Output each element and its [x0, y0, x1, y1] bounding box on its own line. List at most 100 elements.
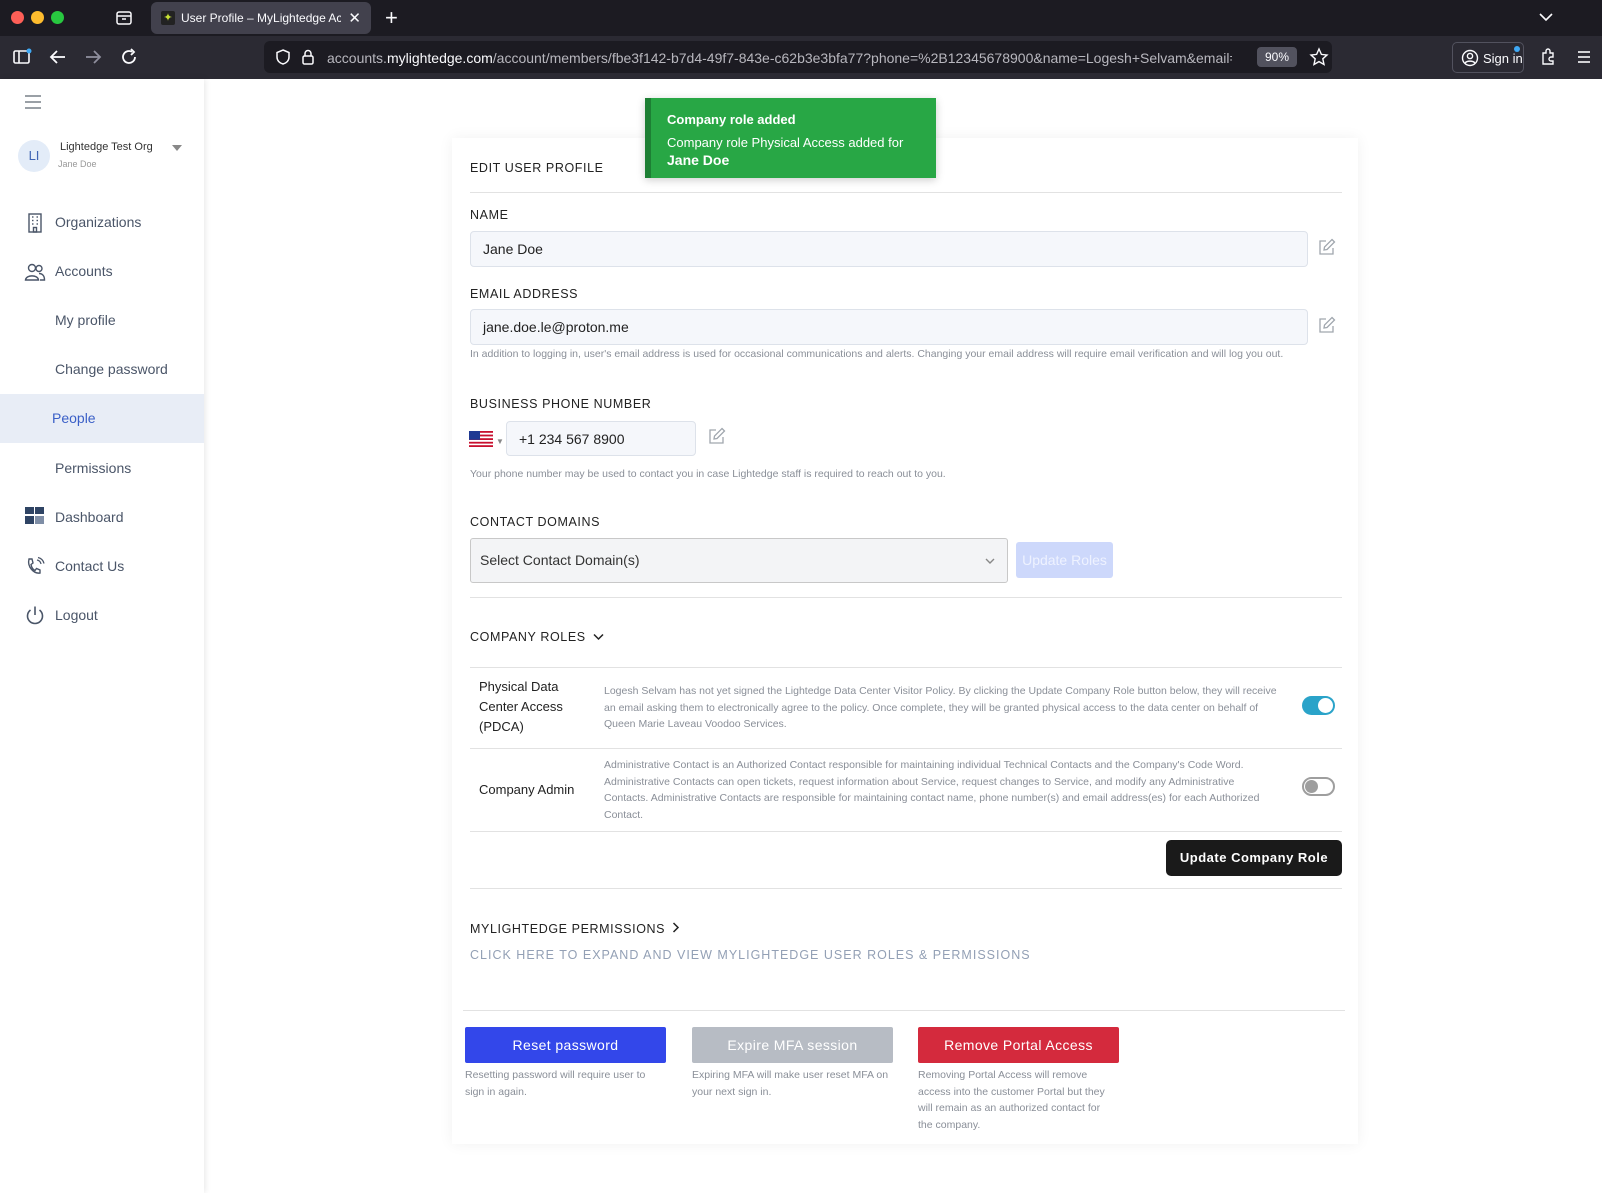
sidebar-item-my-profile[interactable]: My profile: [0, 296, 204, 345]
name-field[interactable]: Jane Doe: [470, 231, 1308, 267]
bookmark-star-icon[interactable]: [1309, 47, 1329, 67]
sidebar: LI Lightedge Test Org Jane Doe Organizat…: [0, 79, 204, 1193]
us-flag-icon[interactable]: [469, 431, 493, 447]
phone-field[interactable]: +1 234 567 8900: [506, 421, 696, 456]
company-admin-toggle[interactable]: [1302, 777, 1335, 796]
contact-domains-placeholder: Select Contact Domain(s): [480, 552, 640, 568]
chevron-down-icon: [985, 558, 995, 564]
remove-portal-access-button[interactable]: Remove Portal Access: [918, 1027, 1119, 1063]
sidebar-toggle-icon[interactable]: [12, 47, 32, 67]
sidebar-item-label: Accounts: [55, 263, 113, 279]
new-tab-icon[interactable]: +: [385, 5, 398, 31]
sidebar-item-label: My profile: [55, 312, 116, 328]
building-icon: [28, 213, 42, 233]
zoom-level-badge[interactable]: 90%: [1257, 47, 1297, 67]
expand-permissions-link[interactable]: CLICK HERE TO EXPAND AND VIEW MYLIGHTEDG…: [470, 948, 1031, 962]
back-icon[interactable]: [48, 47, 68, 67]
divider: [463, 1010, 1345, 1011]
sidebar-item-permissions[interactable]: Permissions: [0, 444, 204, 493]
contact-domains-label: CONTACT DOMAINS: [470, 515, 601, 529]
role-title-company-admin: Company Admin: [479, 782, 575, 797]
update-company-role-button[interactable]: Update Company Role: [1166, 840, 1342, 876]
browser-nav-bar: accounts.mylightedge.com/account/members…: [0, 36, 1602, 79]
divider: [470, 597, 1342, 598]
dashboard-grid-icon: [25, 507, 44, 524]
shield-icon[interactable]: [274, 48, 292, 66]
sidebar-item-label: Dashboard: [55, 509, 124, 525]
role-description-company-admin: Administrative Contact is an Authorized …: [604, 759, 1260, 821]
chevron-right-icon: [673, 922, 680, 933]
divider: [470, 888, 1342, 889]
page-title: EDIT USER PROFILE: [470, 161, 604, 175]
sign-in-label: Sign in: [1483, 51, 1523, 66]
lock-icon[interactable]: [300, 48, 316, 66]
browser-tab-bar: ✦ User Profile – MyLightedge Account ✕ +: [0, 0, 1602, 36]
sidebar-item-label: Organizations: [55, 214, 142, 230]
pdca-toggle[interactable]: [1302, 696, 1335, 715]
sidebar-item-logout[interactable]: Logout: [0, 591, 204, 640]
sidebar-item-label: People: [52, 410, 96, 426]
expire-mfa-help: Expiring MFA will make user reset MFA on…: [692, 1069, 889, 1098]
url-bar[interactable]: accounts.mylightedge.com/account/members…: [264, 41, 1332, 73]
edit-name-icon[interactable]: [1317, 237, 1337, 257]
tab-title: User Profile – MyLightedge Account: [181, 11, 341, 25]
role-description-pdca: Logesh Selvam has not yet signed the Lig…: [604, 685, 1277, 730]
window-maximize-button[interactable]: [51, 11, 64, 24]
edit-phone-icon[interactable]: [707, 426, 727, 446]
chevron-down-icon[interactable]: [1537, 8, 1555, 26]
menu-icon[interactable]: [1574, 47, 1594, 67]
edit-email-icon[interactable]: [1317, 315, 1337, 335]
success-toast[interactable]: Company role added Company role Physical…: [645, 98, 936, 178]
reset-password-button[interactable]: Reset password: [465, 1027, 666, 1063]
browser-tab[interactable]: ✦ User Profile – MyLightedge Account ✕: [151, 2, 371, 34]
lightedge-favicon-icon: ✦: [161, 11, 175, 25]
sidebar-item-accounts[interactable]: Accounts: [0, 247, 204, 296]
phone-label: BUSINESS PHONE NUMBER: [470, 397, 652, 411]
phone-help-text: Your phone number may be used to contact…: [470, 468, 946, 480]
email-help-text: In addition to logging in, user's email …: [470, 348, 1284, 360]
sidebar-item-change-password[interactable]: Change password: [0, 345, 204, 394]
forward-icon[interactable]: [83, 47, 103, 67]
update-roles-button[interactable]: Update Roles: [1016, 542, 1113, 578]
reload-icon[interactable]: [119, 47, 139, 67]
power-icon: [26, 606, 44, 625]
toast-message: Company role Physical Access added for: [667, 135, 904, 150]
window-minimize-button[interactable]: [31, 11, 44, 24]
contact-domains-select[interactable]: Select Contact Domain(s): [470, 538, 1008, 583]
chevron-down-icon: [593, 633, 604, 641]
email-label: EMAIL ADDRESS: [470, 287, 579, 301]
hamburger-menu-icon[interactable]: [25, 95, 41, 109]
sidebar-item-label: Permissions: [55, 460, 132, 476]
tab-collection-icon[interactable]: [114, 8, 134, 28]
org-user-name: Jane Doe: [58, 159, 97, 169]
sidebar-item-contact-us[interactable]: Contact Us: [0, 542, 204, 591]
org-avatar[interactable]: LI: [18, 140, 50, 172]
divider: [470, 748, 1342, 749]
email-field[interactable]: jane.doe.le@proton.me: [470, 309, 1308, 345]
extensions-icon[interactable]: [1538, 47, 1558, 67]
name-label: NAME: [470, 208, 509, 222]
company-roles-heading[interactable]: COMPANY ROLES: [470, 630, 604, 644]
permissions-heading[interactable]: MYLIGHTEDGE PERMISSIONS: [470, 922, 680, 936]
toast-title: Company role added: [667, 112, 796, 127]
sidebar-item-dashboard[interactable]: Dashboard: [0, 493, 204, 542]
org-dropdown-caret-icon[interactable]: [172, 145, 182, 151]
divider: [470, 667, 1342, 668]
toast-user-name: Jane Doe: [667, 152, 730, 168]
sidebar-item-organizations[interactable]: Organizations: [0, 198, 204, 247]
window-close-button[interactable]: [11, 11, 24, 24]
role-title-pdca: Physical Data Center Access (PDCA): [479, 679, 563, 734]
notification-dot: [1514, 46, 1520, 52]
sidebar-item-label: Change password: [55, 361, 168, 377]
sign-in-button[interactable]: Sign in: [1452, 42, 1524, 73]
sidebar-item-label: Logout: [55, 607, 98, 623]
country-caret-icon[interactable]: ▼: [496, 437, 504, 446]
sidebar-item-label: Contact Us: [55, 558, 125, 574]
sidebar-item-people[interactable]: People: [0, 394, 204, 443]
remove-portal-access-help: Removing Portal Access will remove acces…: [918, 1069, 1105, 1131]
expire-mfa-button[interactable]: Expire MFA session: [692, 1027, 893, 1063]
url-text[interactable]: accounts.mylightedge.com/account/members…: [327, 50, 1232, 66]
org-name[interactable]: Lightedge Test Org: [60, 141, 153, 153]
close-tab-icon[interactable]: ✕: [348, 9, 361, 27]
reset-password-help: Resetting password will require user to …: [465, 1069, 646, 1098]
